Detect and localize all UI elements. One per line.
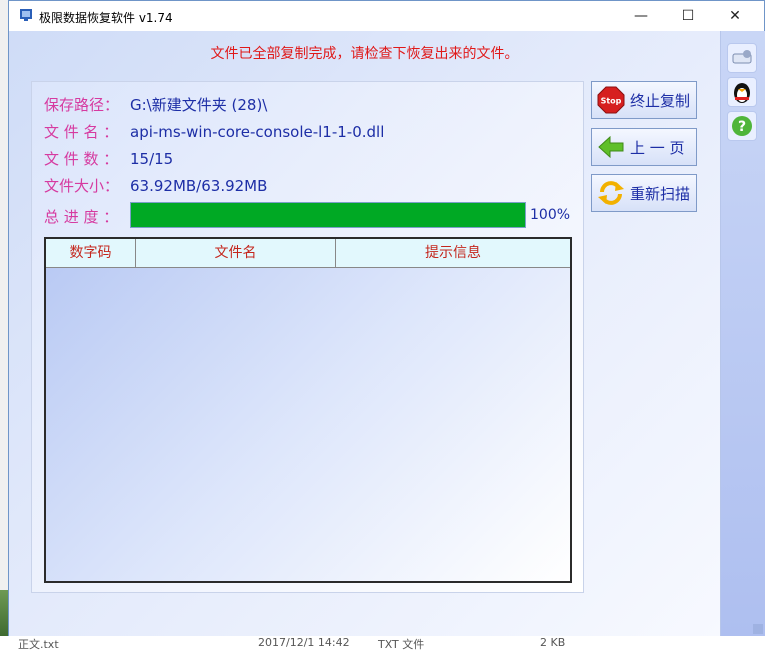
- svg-text:?: ?: [738, 119, 746, 135]
- stop-copy-label: 终止复制: [630, 91, 691, 110]
- file-name-label: 文 件 名 ：: [44, 123, 119, 141]
- info-panel: 保存路径： G:\新建文件夹 (28)\ 文 件 名 ： api-ms-win-co…: [31, 81, 584, 593]
- file-count-value: 15/15: [130, 150, 174, 168]
- rescan-button[interactable]: 重新扫描: [591, 174, 697, 212]
- main-client-area: 文件已全部复制完成，请检查下恢复出来的文件。 保存路径： G:\新建文件夹 (28…: [9, 31, 720, 636]
- app-window: 极限数据恢复软件 v1.74 — ☐ ✕ 文件已全部复制完成，请检查下恢复出来的…: [8, 0, 765, 636]
- qq-penguin-icon[interactable]: [727, 77, 757, 107]
- background-file-date: 2017/12/1 14:42: [258, 636, 350, 649]
- app-icon: [20, 9, 32, 21]
- background-file-size: 2 KB: [540, 636, 566, 649]
- table-header: 数字码 文件名 提示信息: [46, 239, 570, 268]
- file-name-row: 文 件 名 ： api-ms-win-core-console-l1-1-0.dl…: [44, 121, 384, 142]
- settings-icon[interactable]: [727, 43, 757, 73]
- file-count-label: 文 件 数 ：: [44, 150, 119, 168]
- column-header-info[interactable]: 提示信息: [336, 239, 570, 267]
- recovered-files-table[interactable]: 数字码 文件名 提示信息: [44, 237, 572, 583]
- arrow-left-icon: [596, 132, 626, 162]
- progress-bar: [130, 202, 526, 228]
- background-file-name: 正文.txt: [18, 638, 59, 650]
- minimize-button[interactable]: —: [618, 1, 664, 31]
- refresh-icon: [596, 178, 626, 208]
- resize-grip[interactable]: [753, 624, 763, 634]
- rescan-label: 重新扫描: [630, 184, 691, 203]
- background-file-type: TXT 文件: [378, 638, 425, 650]
- progress-fill: [131, 203, 525, 227]
- title-bar[interactable]: 极限数据恢复软件 v1.74 — ☐ ✕: [9, 1, 764, 31]
- progress-row: 总 进 度 ：: [44, 206, 130, 227]
- file-size-value: 63.92MB/63.92MB: [130, 177, 268, 195]
- side-toolbar: ?: [720, 31, 765, 636]
- window-title: 极限数据恢复软件 v1.74: [39, 11, 173, 25]
- previous-page-button[interactable]: 上 一 页: [591, 128, 697, 166]
- svg-text:Stop: Stop: [601, 97, 622, 106]
- stop-icon: Stop: [596, 85, 626, 115]
- maximize-button[interactable]: ☐: [665, 1, 711, 31]
- save-path-value: G:\新建文件夹 (28)\: [130, 96, 268, 114]
- file-size-label: 文件大小：: [44, 177, 120, 195]
- completion-message: 文件已全部复制完成，请检查下恢复出来的文件。: [210, 46, 519, 62]
- file-size-row: 文件大小： 63.92MB/63.92MB: [44, 175, 267, 196]
- stop-copy-button[interactable]: Stop 终止复制: [591, 81, 697, 119]
- save-path-row: 保存路径： G:\新建文件夹 (28)\: [44, 94, 267, 115]
- help-icon[interactable]: ?: [727, 111, 757, 141]
- column-header-code[interactable]: 数字码: [46, 239, 136, 267]
- column-header-filename[interactable]: 文件名: [136, 239, 336, 267]
- save-path-label: 保存路径：: [44, 96, 120, 114]
- progress-percent: 100%: [530, 207, 571, 223]
- file-count-row: 文 件 数 ： 15/15: [44, 148, 173, 169]
- previous-page-label: 上 一 页: [630, 138, 685, 157]
- close-button[interactable]: ✕: [712, 1, 758, 31]
- progress-label: 总 进 度 ：: [44, 208, 119, 226]
- background-file-row: 正文.txt 2017/12/1 14:42 TXT 文件 2 KB: [0, 636, 765, 650]
- file-name-value: api-ms-win-core-console-l1-1-0.dll: [130, 123, 385, 141]
